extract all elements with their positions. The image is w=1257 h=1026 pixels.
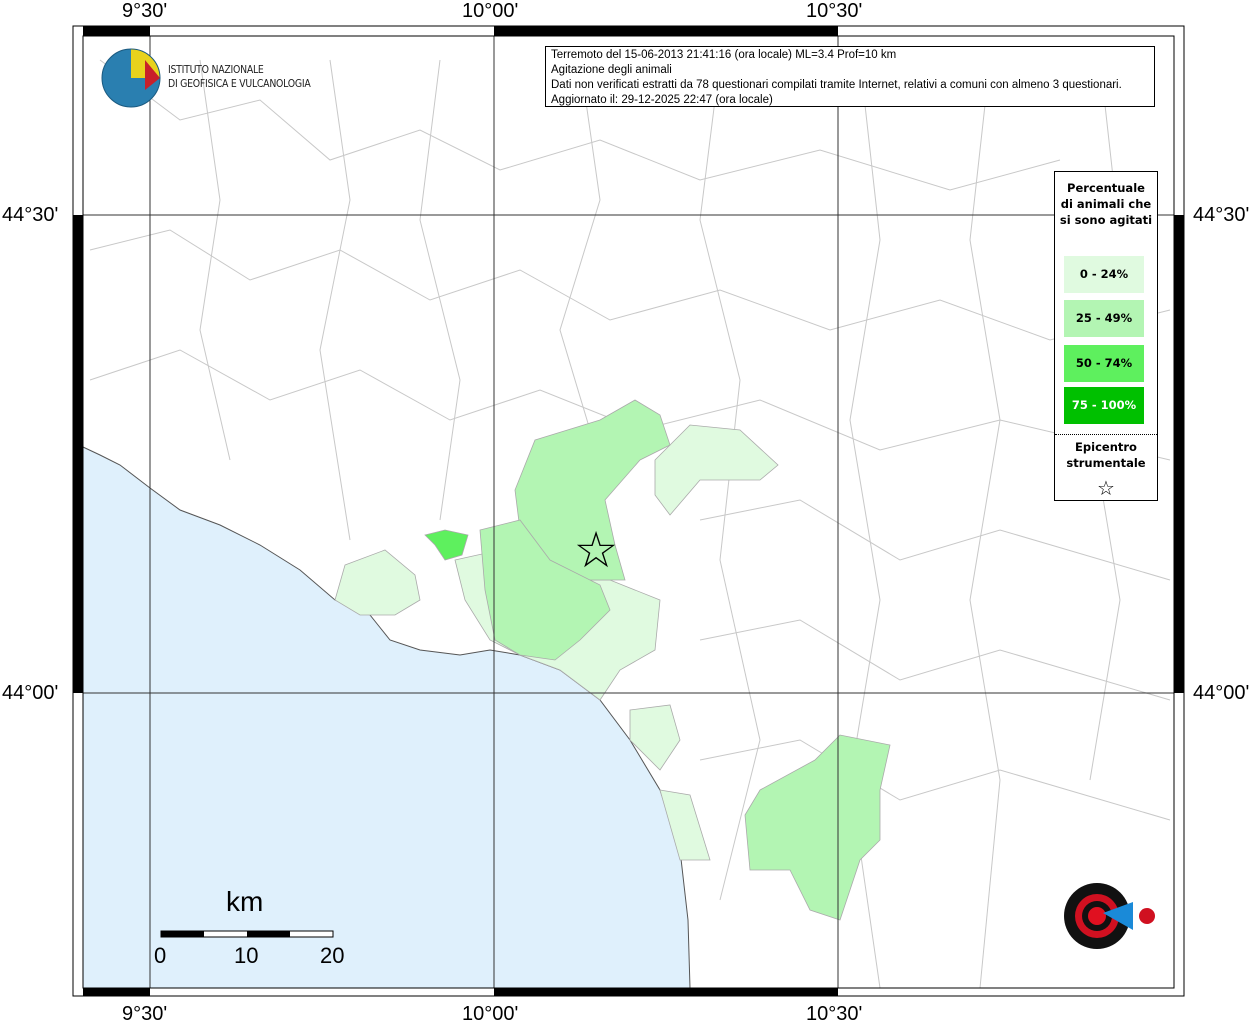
institute-line: DI GEOFISICA E VULCANOLOGIA [168, 77, 311, 90]
ingv-logo [101, 48, 161, 108]
institute-name: ISTITUTO NAZIONALE DI GEOFISICA E VULCAN… [168, 63, 311, 91]
updated-line: Aggiornato il: 29-12-2025 22:47 (ora loc… [551, 94, 773, 106]
epicenter-star[interactable]: ☆ [574, 521, 619, 579]
lat-label-left: 44°30' [2, 204, 59, 226]
subject-line: Agitazione degli animali [551, 64, 672, 76]
scale-unit: km [226, 886, 264, 917]
data-note: Dati non verificati estratti da 78 quest… [551, 79, 1122, 91]
event-line: Terremoto del 15-06-2013 21:41:16 (ora l… [551, 49, 897, 61]
lat-label-right: 44°00' [1193, 682, 1250, 704]
info-box: Terremoto del 15-06-2013 21:41:16 (ora l… [545, 46, 1155, 107]
legend-class: 75 - 100% [1064, 387, 1144, 424]
legend-class: 50 - 74% [1064, 345, 1144, 382]
legend-class: 25 - 49% [1064, 300, 1144, 337]
map[interactable]: ☆ [0, 0, 1257, 1024]
lon-label-bottom: 9°30' [122, 1003, 168, 1025]
legend: Percentuale di animali che si sono agita… [1054, 171, 1158, 501]
legend-class: 0 - 24% [1064, 256, 1144, 293]
institute-line: ISTITUTO NAZIONALE [168, 63, 264, 76]
lon-label-top: 10°00' [462, 0, 519, 22]
lat-label-left: 44°00' [2, 682, 59, 704]
scale-tick: 10 [234, 943, 259, 968]
lon-label-bottom: 10°30' [806, 1003, 863, 1025]
legend-epicenter-label: Epicentro strumentale [1066, 440, 1146, 470]
lon-label-top: 10°30' [806, 0, 863, 22]
star-icon: ☆ [1097, 476, 1115, 500]
scale-tick: 0 [154, 943, 167, 968]
lon-label-top: 9°30' [122, 0, 168, 22]
lat-label-right: 44°30' [1193, 204, 1250, 226]
lon-label-bottom: 10°00' [462, 1003, 519, 1025]
legend-title: Percentuale di animali che si sono agita… [1059, 181, 1153, 227]
scale-tick: 20 [320, 943, 345, 968]
scale-bar [160, 930, 334, 938]
